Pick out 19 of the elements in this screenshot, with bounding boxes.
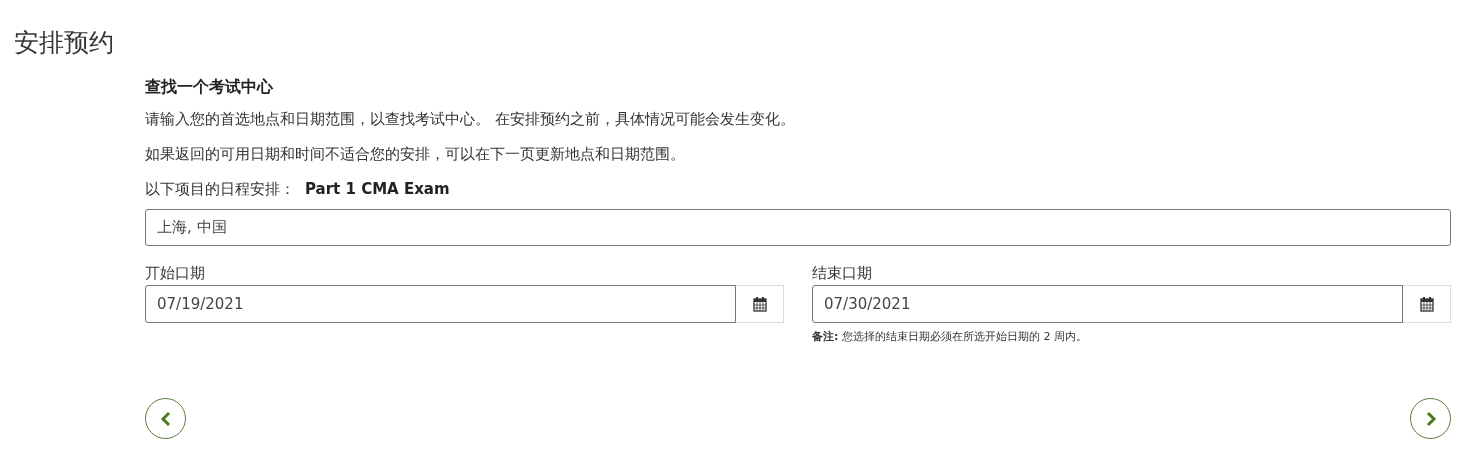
chevron-left-icon bbox=[158, 410, 173, 427]
date-field[interactable]: 07/30/2021 bbox=[812, 285, 1403, 323]
exam-name: Part 1 CMA Exam bbox=[305, 180, 450, 198]
previous-button[interactable] bbox=[145, 398, 186, 439]
paragraph: 如果返回的可用日期和时间不适合您的安排，可以在下一页更新地点和日期范围。 bbox=[145, 145, 686, 164]
calendar-icon bbox=[1419, 296, 1434, 312]
date-label: 结束口期 bbox=[812, 264, 873, 283]
next-button[interactable] bbox=[1410, 398, 1451, 439]
page-title: 安排预约 bbox=[14, 27, 115, 59]
calendar-icon bbox=[752, 296, 767, 312]
date-field[interactable]: 07/19/2021 bbox=[145, 285, 736, 323]
calendar-button[interactable] bbox=[736, 285, 784, 323]
date-note: 备注: 您选择的结束日期必须在所选开始日期的 2 周内。 bbox=[812, 329, 1088, 344]
schedule-label: 以下项目的日程安排： bbox=[145, 180, 295, 198]
date-label: 丌始口期 bbox=[145, 264, 206, 283]
location-field[interactable]: 上海, 中国 bbox=[145, 209, 1451, 246]
paragraph: 请输入您的首选地点和日期范围，以查找考试中心。 在安排预约之前，具体情况可能会发生变化。 bbox=[145, 110, 796, 129]
section-heading: 查找一个考试中心 bbox=[145, 77, 274, 98]
calendar-button[interactable] bbox=[1403, 285, 1451, 323]
